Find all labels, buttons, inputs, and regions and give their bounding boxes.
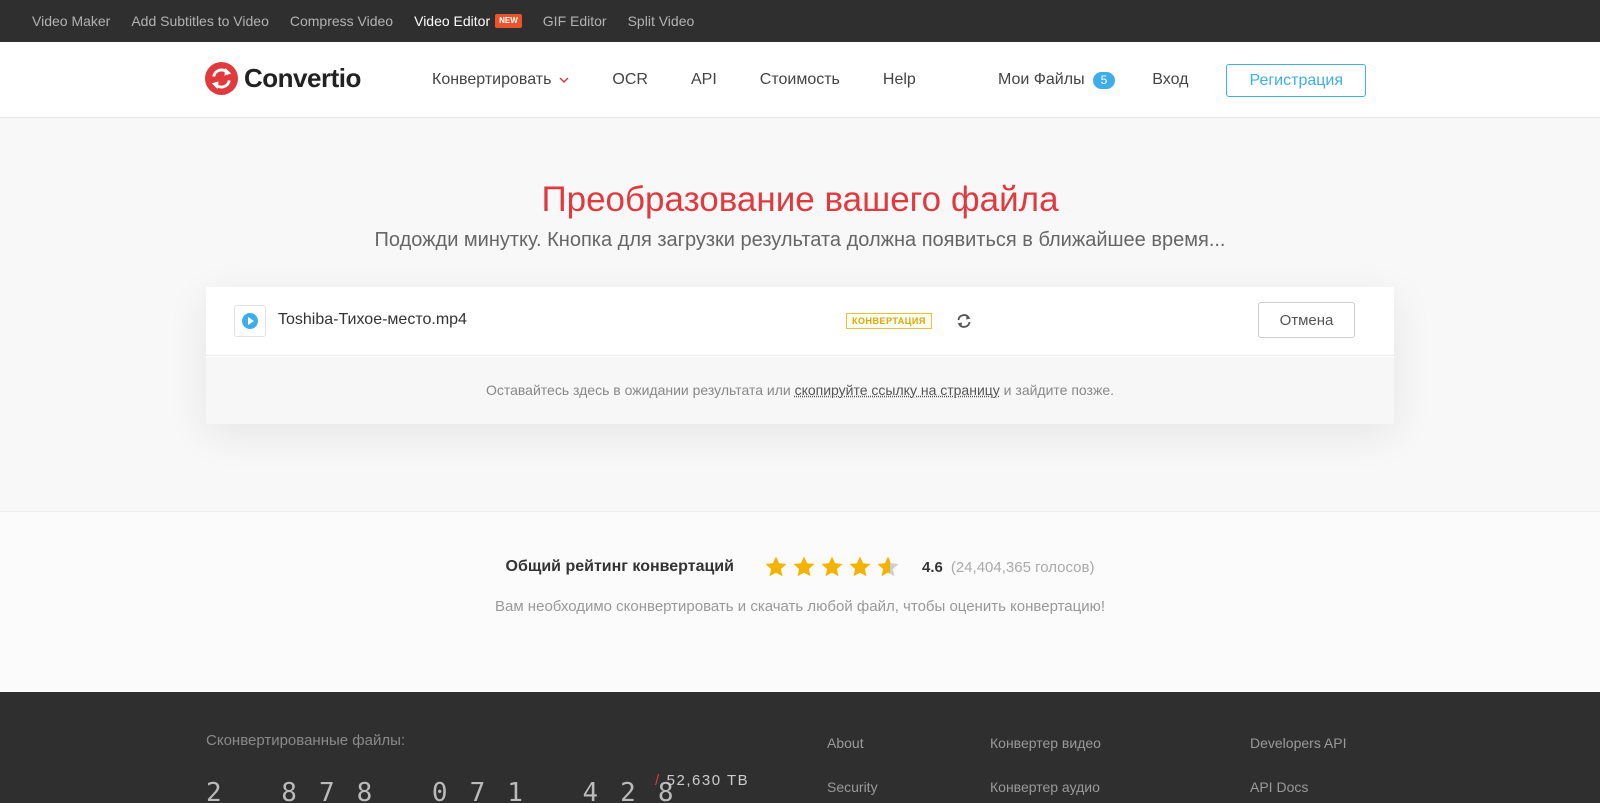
star-icon (793, 556, 815, 577)
topbar-link-video-editor-label: Video Editor (414, 13, 491, 29)
rating-hint: Вам необходимо сконвертировать и скачать… (494, 598, 1106, 615)
footer-col-company: About Security (827, 735, 878, 803)
status-badge: КОНВЕРТАЦИЯ (846, 313, 932, 329)
logo-link[interactable]: Convertio (205, 62, 361, 95)
rating-label: Общий рейтинг конвертаций (505, 558, 734, 575)
topbar-link-add-subtitles[interactable]: Add Subtitles to Video (131, 13, 269, 29)
star-icon (821, 556, 843, 577)
rating-section: Общий рейтинг конвертаций 4.6 (24,404,36… (0, 511, 1600, 692)
cancel-button[interactable]: Отмена (1258, 302, 1355, 338)
top-links-bar: Video Maker Add Subtitles to Video Compr… (0, 0, 1600, 42)
topbar-link-compress-video[interactable]: Compress Video (290, 13, 393, 29)
page-subtitle: Подожди минутку. Кнопка для загрузки рез… (374, 229, 1226, 251)
footer-link-api-docs[interactable]: API Docs (1250, 779, 1347, 795)
footer-col-converters: Конвертер видео Конвертер аудио (990, 735, 1101, 803)
rating-value: 4.6 (921, 558, 943, 576)
rating-votes: (24,404,365 голосов) (950, 558, 1095, 576)
nav-ocr[interactable]: OCR (612, 71, 648, 89)
footer-link-audio-converter[interactable]: Конвертер аудио (990, 779, 1101, 795)
nav-help[interactable]: Help (883, 71, 916, 89)
wait-note-after: и зайдите позже. (999, 382, 1115, 398)
page-title: Преобразование вашего файла (541, 180, 1059, 219)
my-files-count-badge: 5 (1092, 71, 1116, 89)
nav-pricing[interactable]: Стоимость (760, 71, 840, 89)
footer-link-video-converter[interactable]: Конвертер видео (990, 735, 1101, 751)
site-footer: Сконвертированные файлы: 2 878 071 428 /… (0, 692, 1600, 803)
my-files-link[interactable]: Мои Файлы 5 (997, 71, 1116, 89)
star-icon (765, 556, 787, 577)
new-badge: NEW (495, 14, 522, 28)
nav-convert-label: Конвертировать (432, 71, 552, 88)
converted-tb: / 52,630 TB (655, 772, 749, 789)
topbar-link-gif-editor[interactable]: GIF Editor (543, 13, 607, 29)
nav-convert-dropdown[interactable]: Конвертировать (432, 71, 569, 89)
login-link[interactable]: Вход (1152, 71, 1188, 89)
my-files-label: Мои Файлы (997, 71, 1085, 88)
footer-col-developers: Developers API API Docs (1250, 735, 1347, 803)
footer-link-security[interactable]: Security (827, 779, 878, 795)
logo-text: Convertio (244, 63, 361, 93)
play-circle-icon (242, 313, 258, 329)
convertio-logo-icon (205, 62, 238, 95)
conversion-card: Toshiba-Тихое-место.mp4 КОНВЕРТАЦИЯ Отме… (206, 287, 1394, 424)
copy-page-link[interactable]: скопируйте ссылку на страницу (795, 382, 1000, 398)
footer-link-about[interactable]: About (827, 735, 878, 751)
main-nav: Конвертировать OCR API Стоимость Help (432, 42, 959, 118)
converted-files-counter: 2 878 071 428 (206, 778, 696, 803)
register-button[interactable]: Регистрация (1226, 63, 1366, 97)
tb-slash: / (655, 772, 661, 789)
wait-note-before: Оставайтесь здесь в ожидании результата … (485, 382, 795, 398)
nav-api[interactable]: API (691, 71, 717, 89)
topbar-link-video-editor[interactable]: Video Editor NEW (414, 13, 522, 29)
topbar-link-split-video[interactable]: Split Video (628, 13, 695, 29)
rating-stars (764, 555, 904, 579)
star-icon (877, 556, 899, 577)
account-nav: Мои Файлы 5 Вход Регистрация (998, 42, 1366, 118)
topbar-link-video-maker[interactable]: Video Maker (32, 13, 110, 29)
refresh-icon (957, 314, 971, 328)
file-row: Toshiba-Тихое-место.mp4 КОНВЕРТАЦИЯ Отме… (206, 287, 1394, 356)
converted-files-label: Сконвертированные файлы: (206, 732, 406, 749)
rating-line: Общий рейтинг конвертаций 4.6 (24,404,36… (0, 555, 1600, 579)
wait-note: Оставайтесь здесь в ожидании результата … (206, 357, 1394, 424)
file-name: Toshiba-Тихое-место.mp4 (278, 311, 467, 328)
site-header: Convertio Конвертировать OCR API Стоимос… (0, 42, 1600, 118)
tb-value: 52,630 TB (666, 772, 750, 789)
star-icon (849, 556, 871, 577)
file-type-icon (234, 305, 266, 337)
chevron-down-icon (559, 77, 569, 84)
footer-link-developers-api[interactable]: Developers API (1250, 735, 1347, 751)
